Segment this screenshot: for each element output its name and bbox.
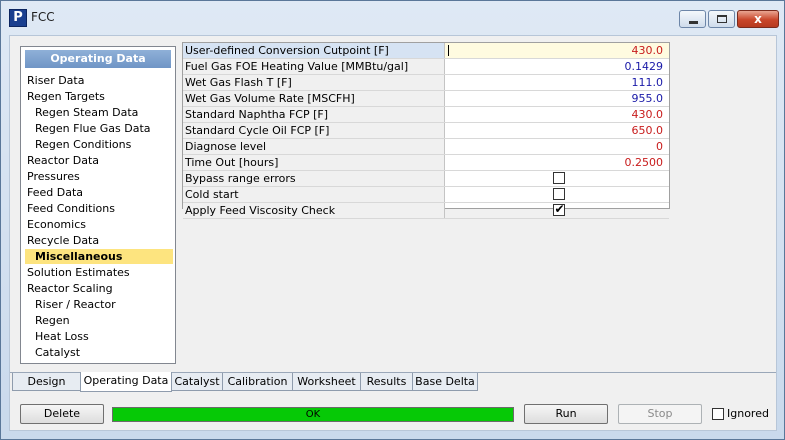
cold-start-checkbox[interactable] (553, 188, 565, 200)
status-bar: OK (112, 407, 514, 422)
grid-row-value[interactable]: 0 (445, 139, 669, 154)
nav-item-heat-loss[interactable]: Heat Loss (35, 329, 89, 344)
nav-item-regen-conditions[interactable]: Regen Conditions (35, 137, 131, 152)
tab-calibration[interactable]: Calibration (222, 373, 293, 391)
nav-item-feed-conditions[interactable]: Feed Conditions (27, 201, 115, 216)
minimize-button[interactable] (679, 10, 706, 28)
check-mark-icon: ✔ (554, 202, 565, 216)
grid-row-apply-feed-viscosity-check: Apply Feed Viscosity Check ✔ (183, 202, 669, 219)
grid-row-value[interactable]: 0.2500 (445, 155, 669, 170)
fcc-window: P FCC x Operating Data Riser Data Regen T… (0, 0, 785, 440)
bypass-range-errors-checkbox[interactable] (553, 172, 565, 184)
nav-item-recycle-data[interactable]: Recycle Data (27, 233, 99, 248)
close-icon: x (754, 12, 762, 26)
grid-row-label: Standard Cycle Oil FCP [F] (183, 123, 445, 138)
tab-catalyst[interactable]: Catalyst (171, 373, 223, 391)
grid-row-label: Standard Naphtha FCP [F] (183, 107, 445, 122)
grid-row-time-out-hours: Time Out [hours] 0.2500 (183, 155, 669, 171)
grid-row-label: Time Out [hours] (183, 155, 445, 170)
grid-value-text: 650.0 (631, 124, 664, 137)
nav-item-regen-targets[interactable]: Regen Targets (27, 89, 105, 104)
delete-button[interactable]: Delete (20, 404, 104, 424)
nav-tree: Operating Data Riser Data Regen Targets Re… (20, 46, 176, 364)
grid-value-text: 0.2500 (624, 156, 664, 169)
grid-row-wet-gas-volume-rate-mscfh: Wet Gas Volume Rate [MSCFH] 955.0 (183, 91, 669, 107)
tab-base-delta[interactable]: Base Delta (412, 373, 478, 391)
tab-strip: Design Operating Data Catalyst Calibration W… (10, 372, 776, 395)
run-button[interactable]: Run (524, 404, 608, 424)
grid-row-value[interactable]: 650.0 (445, 123, 669, 138)
nav-item-feed-data[interactable]: Feed Data (27, 185, 83, 200)
tab-operating-data[interactable]: Operating Data (80, 372, 172, 392)
grid-row-value[interactable]: 0.1429 (445, 59, 669, 74)
nav-item-regen-steam-data[interactable]: Regen Steam Data (35, 105, 138, 120)
nav-item-catalyst[interactable]: Catalyst (35, 345, 80, 360)
tab-design[interactable]: Design (12, 373, 81, 391)
nav-item-pressures[interactable]: Pressures (27, 169, 80, 184)
grid-value-text: 430.0 (631, 44, 664, 57)
tab-results[interactable]: Results (360, 373, 413, 391)
stop-button[interactable]: Stop (618, 404, 702, 424)
grid-row-value[interactable]: 111.0 (445, 75, 669, 90)
grid-row-standard-naphtha-fcp-f: Standard Naphtha FCP [F] 430.0 (183, 107, 669, 123)
nav-item-regen[interactable]: Regen (35, 313, 70, 328)
tab-worksheet[interactable]: Worksheet (292, 373, 361, 391)
grid-row-label: Wet Gas Flash T [F] (183, 75, 445, 90)
grid-row-user-defined-conversion-cutpoint-f: User-defined Conversion Cutpoint [F] 430.… (183, 43, 669, 59)
nav-item-economics[interactable]: Economics (27, 217, 86, 232)
grid-row-bypass-range-errors: Bypass range errors (183, 171, 669, 187)
nav-header: Operating Data (25, 50, 171, 68)
maximize-button[interactable] (708, 10, 735, 28)
grid-row-checkbox-cell[interactable]: ✔ (445, 202, 669, 218)
ignored-label: Ignored (727, 407, 769, 420)
nav-item-regen-flue-gas-data[interactable]: Regen Flue Gas Data (35, 121, 151, 136)
title-bar[interactable]: P FCC x (1, 1, 784, 35)
text-caret (448, 45, 449, 56)
grid-row-value[interactable]: 430.0 (445, 43, 669, 58)
grid-row-standard-cycle-oil-fcp-f: Standard Cycle Oil FCP [F] 650.0 (183, 123, 669, 139)
grid-row-checkbox-cell[interactable] (445, 187, 669, 202)
nav-item-miscellaneous[interactable]: Miscellaneous (25, 249, 173, 264)
grid-value-text: 0 (656, 140, 663, 153)
ignored-checkbox[interactable] (712, 408, 724, 420)
grid-row-checkbox-cell[interactable] (445, 171, 669, 186)
grid-row-label: Apply Feed Viscosity Check (183, 203, 445, 218)
grid-row-label: Cold start (183, 187, 445, 202)
grid-row-label: Wet Gas Volume Rate [MSCFH] (183, 91, 445, 106)
grid-row-cold-start: Cold start (183, 187, 669, 203)
nav-item-reactor-data[interactable]: Reactor Data (27, 153, 99, 168)
grid-row-wet-gas-flash-t-f: Wet Gas Flash T [F] 111.0 (183, 75, 669, 91)
grid-row-value[interactable]: 430.0 (445, 107, 669, 122)
grid-value-text: 955.0 (631, 92, 664, 105)
grid-row-diagnose-level: Diagnose level 0 (183, 139, 669, 155)
app-logo-icon: P (9, 9, 27, 27)
window-title: FCC (31, 10, 55, 24)
apply-feed-viscosity-check-checkbox[interactable]: ✔ (553, 202, 565, 216)
nav-item-reactor-scaling[interactable]: Reactor Scaling (27, 281, 113, 296)
grid-row-label: Diagnose level (183, 139, 445, 154)
nav-item-riser-reactor[interactable]: Riser / Reactor (35, 297, 116, 312)
grid-value-text: 111.0 (631, 76, 664, 89)
grid-value-text: 0.1429 (624, 60, 664, 73)
grid-row-value[interactable]: 955.0 (445, 91, 669, 106)
close-button[interactable]: x (737, 10, 779, 28)
grid-row-label: Bypass range errors (183, 171, 445, 186)
grid-row-label: User-defined Conversion Cutpoint [F] (183, 43, 445, 58)
nav-item-riser-data[interactable]: Riser Data (27, 73, 84, 88)
properties-grid: User-defined Conversion Cutpoint [F] 430.… (182, 42, 670, 219)
minimize-icon (689, 21, 698, 24)
grid-row-label: Fuel Gas FOE Heating Value [MMBtu/gal] (183, 59, 445, 74)
maximize-icon (717, 15, 727, 23)
nav-item-solution-estimates[interactable]: Solution Estimates (27, 265, 130, 280)
grid-value-text: 430.0 (631, 108, 664, 121)
grid-row-fuel-gas-foe-heating-value-mmbtu-gal: Fuel Gas FOE Heating Value [MMBtu/gal] 0.… (183, 59, 669, 75)
form-client-area: Operating Data Riser Data Regen Targets Re… (9, 35, 777, 431)
